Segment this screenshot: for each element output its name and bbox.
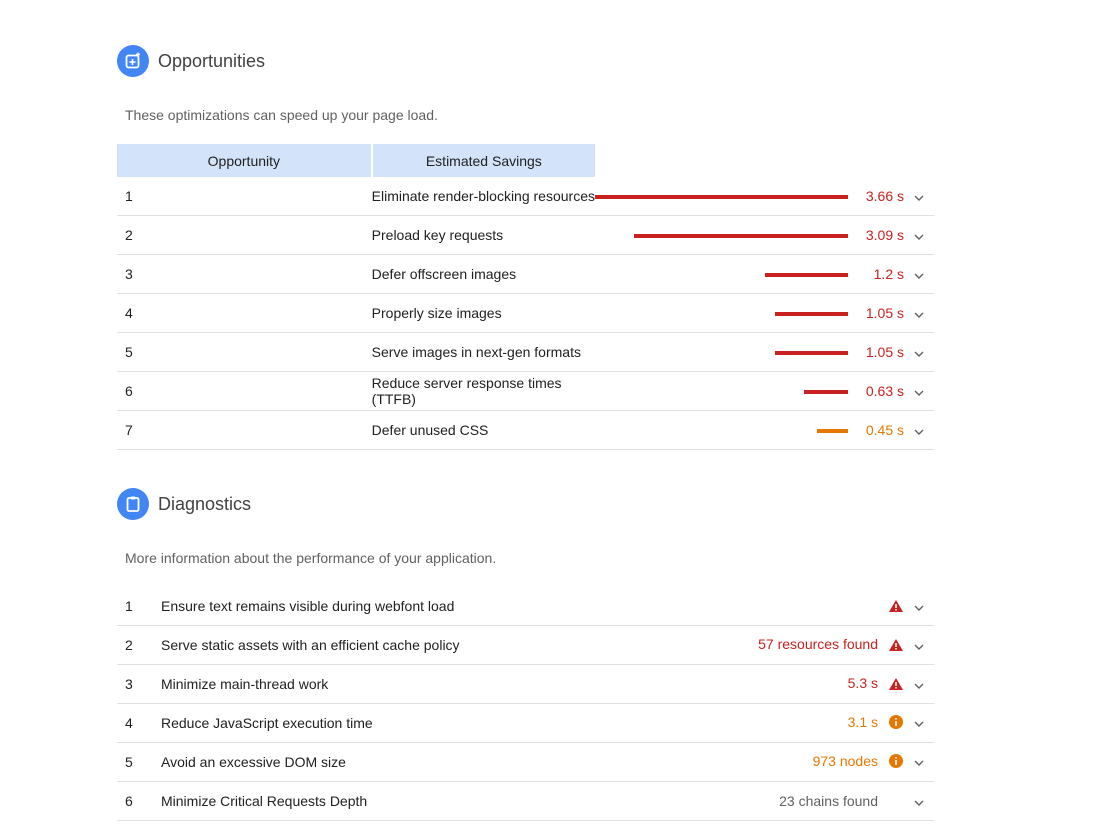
row-label: Minimize Critical Requests Depth: [161, 781, 661, 821]
savings-value: 0.45 s: [865, 421, 904, 438]
chevron-down-icon[interactable]: [904, 755, 934, 769]
chevron-down-icon[interactable]: [904, 268, 934, 282]
diagnostic-value: 5.3 s: [847, 675, 878, 692]
row-number: 3: [117, 664, 161, 704]
clipboard-icon: [117, 488, 149, 520]
diagnostic-row[interactable]: 2 Serve static assets with an efficient …: [117, 625, 934, 665]
diagnostic-row[interactable]: 5 Avoid an excessive DOM size 973 nodes: [117, 742, 934, 782]
row-number: 5: [117, 742, 161, 782]
section-title: Opportunities: [158, 50, 266, 71]
diagnostics-table: 1 Ensure text remains visible during web…: [117, 587, 934, 821]
savings-value: 3.66 s: [865, 187, 904, 204]
warning-triangle-icon: [888, 638, 904, 654]
diagnostic-row[interactable]: 1 Ensure text remains visible during web…: [117, 587, 934, 626]
opportunity-row[interactable]: 5 Serve images in next-gen formats 1.05 …: [117, 332, 934, 372]
chevron-down-icon[interactable]: [904, 678, 934, 692]
row-label: Reduce server response times (TTFB): [371, 371, 595, 411]
savings-bar: [634, 234, 848, 239]
chevron-down-icon[interactable]: [904, 716, 934, 730]
savings-bar: [817, 429, 848, 434]
savings-bar: [775, 351, 848, 356]
opportunity-row[interactable]: 6 Reduce server response times (TTFB) 0.…: [117, 371, 934, 411]
diagnostic-value: 23 chains found: [779, 792, 878, 809]
savings-bar: [775, 312, 848, 317]
chevron-down-icon[interactable]: [904, 190, 934, 204]
chevron-down-icon[interactable]: [904, 385, 934, 399]
chevron-down-icon[interactable]: [904, 795, 934, 809]
row-number: 7: [117, 410, 372, 450]
column-header-opportunity: Opportunity: [117, 144, 373, 177]
row-label: Reduce JavaScript execution time: [161, 703, 661, 743]
chevron-down-icon[interactable]: [904, 307, 934, 321]
opportunity-row[interactable]: 3 Defer offscreen images 1.2 s: [117, 254, 934, 294]
opportunity-row[interactable]: 4 Properly size images 1.05 s: [117, 293, 934, 333]
warning-triangle-icon: [888, 677, 904, 693]
diagnostics-section: Diagnostics More information about the p…: [117, 488, 934, 821]
diagnostic-row[interactable]: 6 Minimize Critical Requests Depth 23 ch…: [117, 781, 934, 821]
diagnostic-value: 973 nodes: [812, 753, 878, 770]
row-number: 2: [117, 215, 372, 255]
row-number: 4: [117, 703, 161, 743]
savings-bar: [765, 273, 848, 278]
savings-bar: [595, 195, 848, 200]
row-number: 4: [117, 293, 372, 333]
row-label: Defer unused CSS: [371, 410, 595, 450]
row-number: 6: [117, 371, 372, 411]
row-number: 6: [117, 781, 161, 821]
row-label: Eliminate render-blocking resources: [371, 177, 595, 216]
savings-bar: [804, 390, 848, 395]
warning-triangle-icon: [888, 599, 904, 615]
row-number: 5: [117, 332, 372, 372]
chevron-down-icon[interactable]: [904, 424, 934, 438]
row-label: Serve static assets with an efficient ca…: [161, 625, 661, 665]
opportunity-row[interactable]: 7 Defer unused CSS 0.45 s: [117, 410, 934, 450]
diagnostic-value: 57 resources found: [758, 636, 878, 653]
row-label: Serve images in next-gen formats: [371, 332, 595, 372]
column-header-savings: Estimated Savings: [371, 144, 595, 177]
section-description: These optimizations can speed up your pa…: [125, 107, 438, 123]
savings-value: 1.05 s: [865, 343, 904, 360]
row-number: 1: [117, 587, 161, 626]
row-number: 3: [117, 254, 372, 294]
savings-value: 1.2 s: [873, 265, 904, 282]
opportunities-table: Opportunity Estimated Savings 1 Eliminat…: [117, 144, 934, 450]
chevron-down-icon[interactable]: [904, 639, 934, 653]
opportunity-row[interactable]: 1 Eliminate render-blocking resources 3.…: [117, 177, 934, 216]
diagnostic-row[interactable]: 4 Reduce JavaScript execution time 3.1 s: [117, 703, 934, 743]
row-label: Avoid an excessive DOM size: [161, 742, 661, 782]
row-label: Properly size images: [371, 293, 595, 333]
row-label: Minimize main-thread work: [161, 664, 661, 704]
row-number: 2: [117, 625, 161, 665]
opportunity-row[interactable]: 2 Preload key requests 3.09 s: [117, 215, 934, 255]
diagnostic-value: 3.1 s: [847, 714, 878, 731]
savings-value: 3.09 s: [865, 226, 904, 243]
opportunities-section: Opportunities These optimizations can sp…: [117, 45, 934, 450]
info-circle-icon: [888, 714, 904, 732]
info-circle-icon: [888, 753, 904, 771]
diagnostic-row[interactable]: 3 Minimize main-thread work 5.3 s: [117, 664, 934, 704]
row-number: 1: [117, 177, 372, 216]
savings-value: 0.63 s: [865, 382, 904, 399]
row-label: Defer offscreen images: [371, 254, 595, 294]
savings-value: 1.05 s: [865, 304, 904, 321]
chevron-down-icon[interactable]: [904, 346, 934, 360]
row-label: Preload key requests: [371, 215, 595, 255]
row-label: Ensure text remains visible during webfo…: [161, 587, 661, 626]
chevron-down-icon[interactable]: [904, 229, 934, 243]
opportunity-icon: [117, 45, 149, 77]
chevron-down-icon[interactable]: [904, 600, 934, 614]
section-title: Diagnostics: [158, 493, 252, 514]
section-description: More information about the performance o…: [125, 550, 497, 566]
